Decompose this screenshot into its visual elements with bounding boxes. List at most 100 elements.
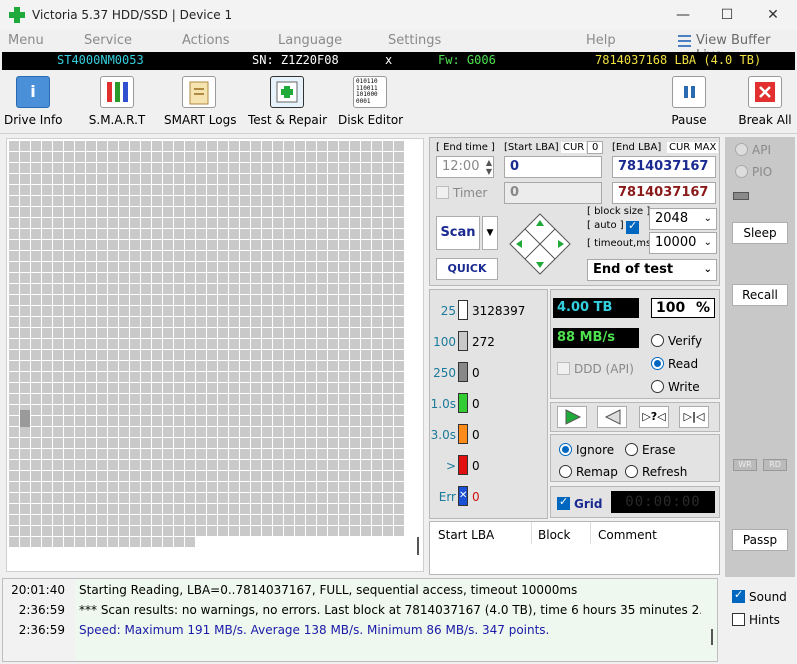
column-block[interactable]: Block — [538, 528, 570, 542]
disk-editor-button[interactable]: 010110 110011 101000 0001 Disk Editor — [338, 74, 403, 132]
map-block — [207, 141, 217, 151]
passp-button[interactable]: Passp — [732, 529, 788, 551]
cur-label[interactable]: CUR — [561, 142, 587, 153]
map-block — [328, 493, 338, 503]
map-block — [372, 207, 382, 217]
map-block — [339, 262, 349, 272]
map-block — [97, 229, 107, 239]
map-block — [31, 515, 41, 525]
stat-label: 1.0s — [430, 397, 456, 411]
smart-button[interactable]: S.M.A.R.T — [86, 74, 148, 132]
timeout-select[interactable]: 10000 ⌄ — [649, 232, 717, 254]
map-block — [196, 306, 206, 316]
pause-button[interactable]: Pause — [664, 74, 714, 132]
close-button[interactable]: ✕ — [750, 0, 796, 30]
map-block — [53, 317, 63, 327]
start-lba-input[interactable]: 0 — [504, 156, 602, 178]
map-block — [229, 273, 239, 283]
read-radio[interactable]: Read — [651, 355, 698, 371]
end-cur-label[interactable]: CUR — [667, 142, 693, 153]
map-block — [185, 141, 195, 151]
play-icon[interactable] — [557, 406, 587, 428]
direction-pad[interactable] — [508, 212, 572, 276]
map-scrollbar[interactable] — [417, 537, 419, 555]
map-block — [372, 515, 382, 525]
map-block — [317, 207, 327, 217]
menu-item-menu[interactable]: Menu — [8, 33, 44, 48]
ignore-radio[interactable]: Ignore — [559, 441, 614, 457]
map-block — [361, 427, 371, 437]
verify-radio[interactable]: Verify — [651, 332, 702, 348]
pause-label: Pause — [671, 113, 707, 127]
column-comment[interactable]: Comment — [598, 528, 657, 542]
drive-info-button[interactable]: i Drive Info — [4, 74, 63, 132]
map-block — [284, 317, 294, 327]
recall-button[interactable]: Recall — [732, 284, 788, 306]
sleep-button[interactable]: Sleep — [732, 222, 788, 244]
skip-end-icon[interactable]: ▷|◁ — [679, 406, 709, 428]
smart-logs-button[interactable]: SMART Logs — [164, 74, 236, 132]
map-block — [130, 350, 140, 360]
grid-checkbox[interactable]: Grid — [557, 495, 602, 511]
map-block — [394, 229, 404, 239]
menu-item-help[interactable]: Help — [586, 33, 616, 48]
quick-button[interactable]: QUICK — [436, 258, 498, 280]
map-block — [196, 526, 206, 536]
timer-display: 00:00:00 — [611, 491, 715, 513]
map-block — [130, 515, 140, 525]
menu-item-service[interactable]: Service — [84, 33, 132, 48]
map-block — [240, 416, 250, 426]
map-block — [229, 196, 239, 206]
write-radio[interactable]: Write — [651, 378, 700, 394]
skip-unknown-icon[interactable]: ▷?◁ — [639, 406, 669, 428]
maximize-button[interactable]: ☐ — [704, 0, 750, 30]
max-label[interactable]: MAX — [692, 142, 719, 153]
log-scrollbar[interactable] — [711, 629, 713, 645]
map-block — [9, 273, 19, 283]
hints-checkbox[interactable]: Hints — [732, 611, 780, 627]
map-block — [295, 163, 305, 173]
ddd-checkbox[interactable]: DDD (API) — [557, 360, 634, 376]
map-block — [251, 504, 261, 514]
map-block — [119, 163, 129, 173]
column-start-lba[interactable]: Start LBA — [438, 528, 494, 542]
map-block — [42, 262, 52, 272]
scan-dropdown-icon[interactable]: ▼ — [482, 216, 498, 250]
menu-item-settings[interactable]: Settings — [388, 33, 441, 48]
map-block — [229, 295, 239, 305]
menu-item-language[interactable]: Language — [278, 33, 342, 48]
refresh-radio[interactable]: Refresh — [625, 463, 687, 479]
map-block — [86, 273, 96, 283]
pio-radio[interactable]: PIO — [735, 163, 772, 179]
rewind-icon[interactable] — [597, 406, 627, 428]
map-block — [20, 449, 30, 459]
end-time-input[interactable]: 12:00 ▲ ▼ — [436, 156, 494, 178]
map-block — [273, 141, 283, 151]
sound-checkbox[interactable]: Sound — [732, 588, 787, 604]
map-block — [185, 361, 195, 371]
end-action-select[interactable]: End of test ⌄ — [587, 259, 717, 281]
auto-checkbox[interactable] — [626, 219, 643, 235]
map-block — [20, 504, 30, 514]
erase-radio[interactable]: Erase — [625, 441, 676, 457]
block-size-select[interactable]: 2048 ⌄ — [649, 208, 717, 230]
break-all-button[interactable]: Break All — [738, 74, 792, 132]
minimize-button[interactable]: — — [660, 0, 706, 30]
test-repair-button[interactable]: Test & Repair — [248, 74, 327, 132]
menu-item-actions[interactable]: Actions — [182, 33, 230, 48]
map-block — [185, 328, 195, 338]
map-block — [196, 416, 206, 426]
api-radio[interactable]: API — [735, 141, 771, 157]
timer-checkbox[interactable]: Timer — [436, 184, 487, 200]
infobar-close[interactable]: x — [385, 53, 392, 67]
api-radio-icon — [735, 143, 748, 156]
map-block — [361, 273, 371, 283]
map-block — [141, 361, 151, 371]
map-block — [42, 240, 52, 250]
map-block — [119, 185, 129, 195]
remap-radio[interactable]: Remap — [559, 463, 618, 479]
scan-button[interactable]: Scan — [436, 216, 480, 250]
map-block — [108, 141, 118, 151]
end-lba-input[interactable]: 7814037167 — [612, 156, 716, 178]
map-block — [9, 482, 19, 492]
